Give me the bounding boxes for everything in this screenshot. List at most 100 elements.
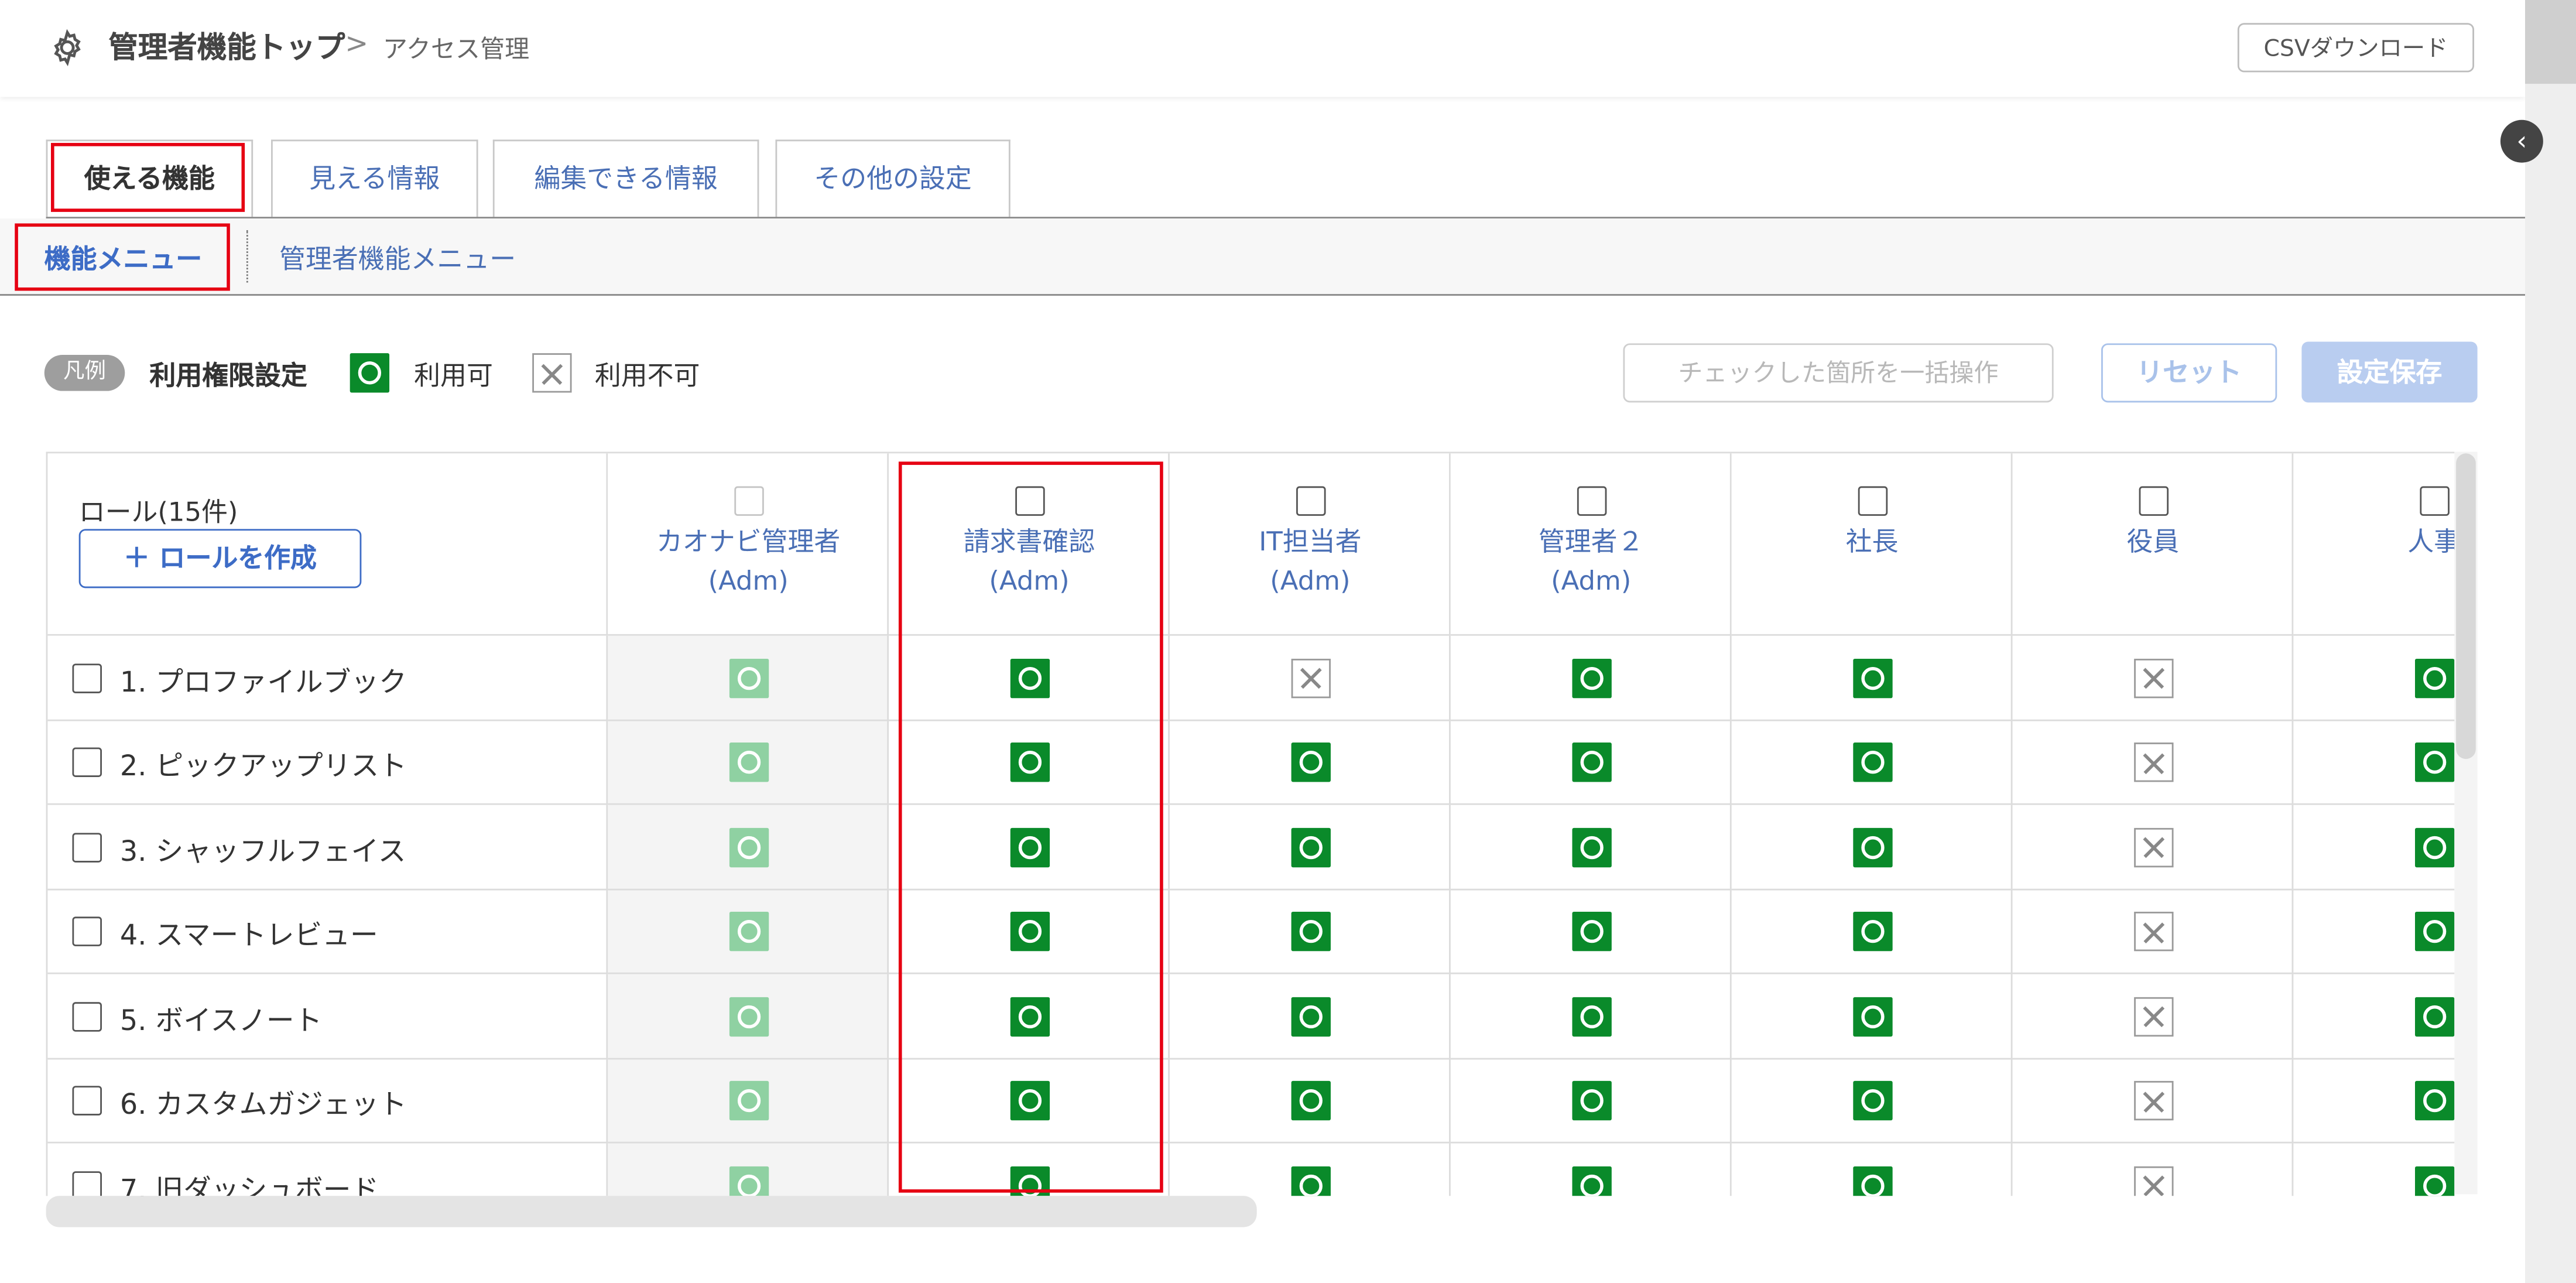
permission-cell [1732, 1143, 2013, 1196]
permission-cell [1731, 635, 2013, 721]
denied-icon[interactable] [1290, 658, 1330, 698]
allowed-icon[interactable] [1571, 743, 1611, 783]
column-select-checkbox [733, 486, 763, 516]
allowed-icon[interactable] [1852, 827, 1892, 867]
allowed-icon[interactable] [2414, 1081, 2454, 1121]
column-select-checkbox[interactable] [1576, 486, 1606, 516]
allowed-icon[interactable] [2414, 1166, 2454, 1196]
allowed-icon[interactable] [1571, 997, 1611, 1036]
allowed-icon [728, 997, 768, 1036]
permission-cell [2293, 974, 2455, 1059]
permission-cell [1731, 720, 2013, 805]
column-select-checkbox[interactable] [2419, 486, 2449, 516]
legend-badge: 凡例 [44, 354, 125, 391]
allowed-icon[interactable] [1290, 912, 1330, 952]
role-column-header: 人事 [2293, 453, 2455, 636]
permission-cell [1450, 1059, 1732, 1144]
denied-icon[interactable] [2133, 912, 2173, 952]
allowed-icon[interactable] [1571, 912, 1611, 952]
permission-cell [1731, 974, 2013, 1059]
permission-cell [1169, 1059, 1451, 1144]
denied-icon[interactable] [2133, 1166, 2173, 1196]
allowed-icon[interactable] [1852, 743, 1892, 783]
role-name-link[interactable]: カオナビ管理者 (Adm) [608, 522, 889, 601]
table-row: 5. ボイスノート [47, 974, 608, 1059]
permission-cell [608, 1059, 889, 1144]
role-name: 社長 [1845, 525, 1899, 557]
row-select-checkbox[interactable] [72, 748, 102, 778]
csv-download-button[interactable]: CSVダウンロード [2237, 23, 2475, 73]
tab-3[interactable]: 編集できる情報 [492, 139, 759, 217]
role-name-link[interactable]: 社長 [1732, 522, 2013, 562]
role-name-link[interactable]: IT担当者 (Adm) [1170, 522, 1451, 601]
allowed-icon[interactable] [2414, 997, 2454, 1036]
allowed-icon[interactable] [1571, 658, 1611, 698]
permission-cell [2012, 1059, 2294, 1144]
feature-name: 3. シャッフルフェイス [119, 836, 406, 869]
allowed-icon[interactable] [1571, 1166, 1611, 1196]
row-select-checkbox[interactable] [72, 1001, 102, 1032]
allowed-icon [728, 912, 768, 952]
allowed-icon[interactable] [2414, 658, 2454, 698]
allowed-icon[interactable] [1290, 743, 1330, 783]
permission-cell [1169, 720, 1451, 805]
table-row: 6. カスタムガジェット [47, 1059, 608, 1144]
row-select-checkbox[interactable] [72, 917, 102, 947]
row-select-checkbox[interactable] [72, 1171, 102, 1196]
permission-cell [2293, 889, 2455, 974]
row-select-checkbox[interactable] [72, 663, 102, 693]
allowed-icon[interactable] [1852, 1081, 1892, 1121]
allowed-icon[interactable] [1852, 658, 1892, 698]
allowed-icon[interactable] [1290, 997, 1330, 1036]
save-settings-button[interactable]: 設定保存 [2301, 341, 2478, 403]
row-select-checkbox[interactable] [72, 832, 102, 863]
column-select-checkbox[interactable] [2138, 486, 2168, 516]
tab-2[interactable]: 見える情報 [271, 139, 478, 217]
allowed-icon[interactable] [1852, 997, 1892, 1036]
allowed-icon[interactable] [1290, 827, 1330, 867]
column-select-checkbox[interactable] [1857, 486, 1887, 516]
denied-icon [532, 353, 572, 393]
create-role-button[interactable]: ＋ ロールを作成 [78, 529, 362, 589]
allowed-icon[interactable] [1852, 912, 1892, 952]
subtab-admin-function-menu[interactable]: 管理者機能メニュー [279, 237, 516, 276]
breadcrumb-admin-top[interactable]: 管理者機能トップ [108, 25, 345, 67]
denied-icon[interactable] [2133, 827, 2173, 867]
role-name-link[interactable]: 管理者２ (Adm) [1451, 522, 1732, 601]
permission-cell [2293, 720, 2455, 805]
table-row: 7. 旧ダッシュボード [47, 1143, 608, 1196]
allowed-icon[interactable] [1290, 1081, 1330, 1121]
role-name-link[interactable]: 人事 [2293, 522, 2454, 562]
permission-cell [1169, 635, 1451, 721]
allowed-icon[interactable] [1852, 1166, 1892, 1196]
permission-cell [2012, 974, 2294, 1059]
table-row: 3. シャッフルフェイス [47, 805, 608, 890]
allowed-icon[interactable] [1571, 827, 1611, 867]
permission-cell [2012, 805, 2294, 890]
permission-cell [2012, 720, 2294, 805]
reset-button[interactable]: リセット [2101, 343, 2277, 403]
page-scrollbar-thumb[interactable] [2525, 0, 2576, 84]
allowed-icon[interactable] [2414, 912, 2454, 952]
denied-icon[interactable] [2133, 1081, 2173, 1121]
allowed-icon[interactable] [2414, 827, 2454, 867]
bulk-operation-button[interactable]: チェックした箇所を一括操作 [1623, 343, 2054, 403]
table-scrollbar-thumb[interactable] [2456, 453, 2476, 759]
tab-4[interactable]: その他の設定 [775, 139, 1010, 217]
role-name: 人事 [2407, 525, 2454, 557]
allowed-icon[interactable] [1571, 1081, 1611, 1121]
role-name-link[interactable]: 役員 [2012, 522, 2293, 562]
allowed-icon[interactable] [1290, 1166, 1330, 1196]
column-select-checkbox[interactable] [1295, 486, 1325, 516]
page-scrollbar[interactable] [2525, 0, 2576, 1283]
feature-name: 1. プロファイルブック [119, 666, 407, 700]
table-horizontal-scrollbar[interactable] [46, 1196, 1257, 1227]
collapse-panel-button[interactable]: ‹ [2500, 119, 2543, 163]
denied-icon[interactable] [2133, 743, 2173, 783]
denied-icon[interactable] [2133, 997, 2173, 1036]
denied-icon[interactable] [2133, 658, 2173, 698]
row-select-checkbox[interactable] [72, 1086, 102, 1116]
permission-cell [1170, 1143, 1451, 1196]
allowed-icon[interactable] [2414, 743, 2454, 783]
permission-cell [608, 974, 889, 1059]
